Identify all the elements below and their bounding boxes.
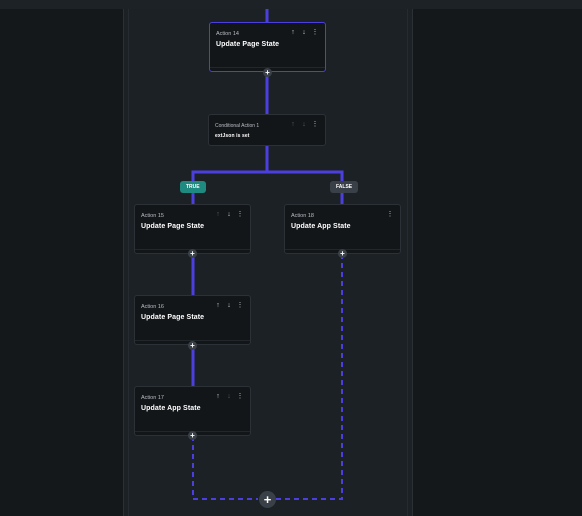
action-card-17[interactable]: Action 17 Update App State ↑ ↓ ⋮ [134,386,251,436]
action-title: Update Page State [141,223,205,230]
more-options-icon[interactable]: ⋮ [311,28,319,37]
action-title: Update Page State [216,41,280,48]
move-down-icon[interactable]: ↓ [225,210,233,219]
more-options-icon[interactable]: ⋮ [236,392,244,401]
move-down-icon[interactable]: ↓ [300,120,308,129]
move-up-icon[interactable]: ↑ [289,28,297,37]
move-up-icon[interactable]: ↑ [289,120,297,129]
action-number: Action 16 [141,304,164,310]
action-title: Update App State [291,223,351,230]
action-card-16[interactable]: Action 16 Update Page State ↑ ↓ ⋮ [134,295,251,345]
more-options-icon[interactable]: ⋮ [236,210,244,219]
more-options-icon[interactable]: ⋮ [386,210,394,219]
more-options-icon[interactable]: ⋮ [236,301,244,310]
move-up-icon[interactable]: ↑ [214,301,222,310]
add-action-after-16-button[interactable]: + [188,341,197,350]
action-number: Action 14 [216,31,239,37]
connector-false-merge [276,254,343,500]
action-title: Update App State [141,405,201,412]
conditional-expression: extJson is set [215,133,250,139]
move-down-icon[interactable]: ↓ [225,392,233,401]
action-number: Action 18 [291,213,314,219]
add-action-after-15-button[interactable]: + [188,249,197,258]
action-title: Update Page State [141,314,205,321]
action-card-18[interactable]: Action 18 Update App State ⋮ [284,204,401,254]
true-branch-badge: TRUE [180,181,206,193]
conditional-number: Conditional Action 1 [215,123,260,129]
action-number: Action 15 [141,213,164,219]
move-down-icon[interactable]: ↓ [225,301,233,310]
move-up-icon[interactable]: ↑ [214,210,222,219]
action-card-15[interactable]: Action 15 Update Page State ↑ ↓ ⋮ [134,204,251,254]
false-branch-badge: FALSE [330,181,359,193]
add-action-after-14-button[interactable]: + [263,68,272,77]
add-action-after-17-button[interactable]: + [188,431,197,440]
connector-true-branch [191,146,269,204]
move-down-icon[interactable]: ↓ [300,28,308,37]
action-card-14[interactable]: Action 14 Update Page State ↑ ↓ ⋮ [209,22,326,72]
move-up-icon[interactable]: ↑ [214,392,222,401]
flow-connectors [191,9,344,500]
more-options-icon[interactable]: ⋮ [311,120,319,129]
conditional-action-card-1[interactable]: Conditional Action 1 extJson is set ↑ ↓ … [208,114,326,146]
add-action-after-branches-button[interactable]: + [259,491,276,508]
action-number: Action 17 [141,395,164,401]
connector-true-merge [192,436,258,500]
add-action-after-18-button[interactable]: + [338,249,347,258]
